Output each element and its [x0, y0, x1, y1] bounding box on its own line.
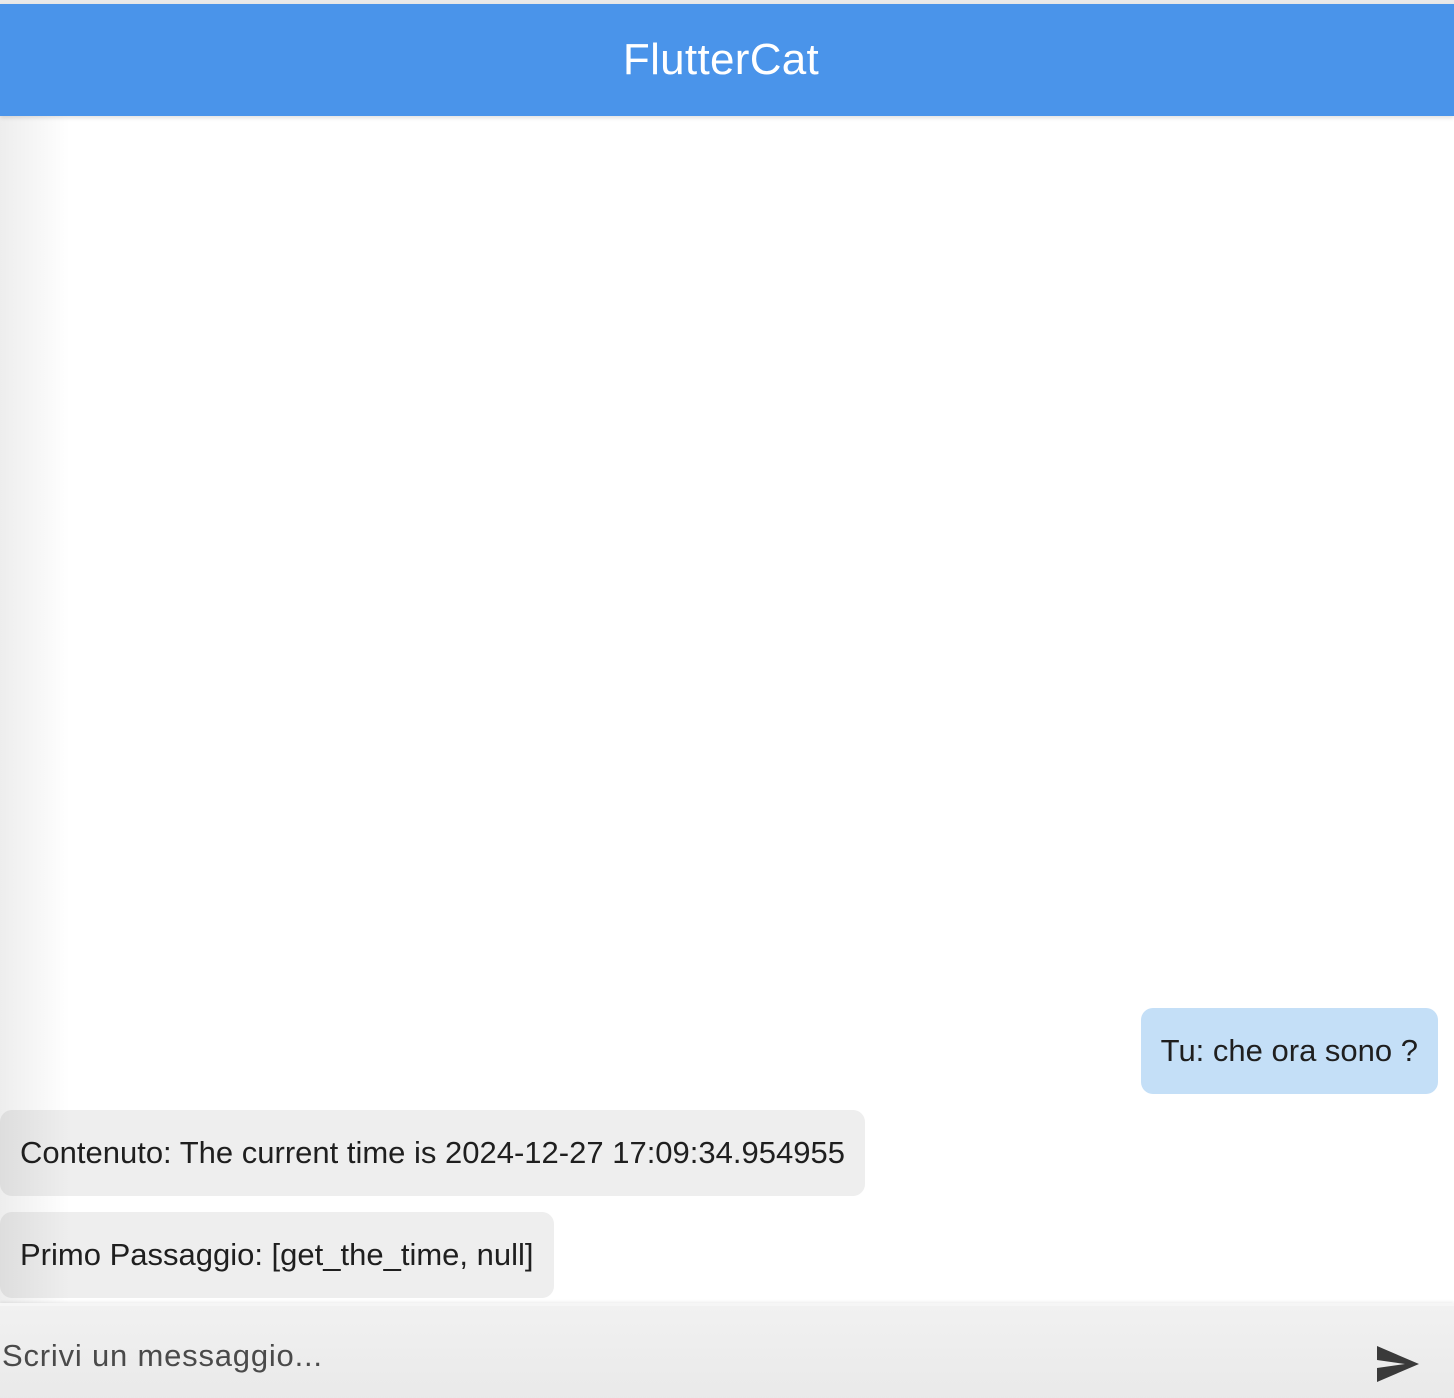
send-button[interactable] — [1370, 1336, 1426, 1392]
app-bar: FlutterCat — [0, 4, 1454, 116]
user-message-bubble: Tu: che ora sono ? — [1140, 1008, 1438, 1094]
message-list[interactable]: Tu: che ora sono ? Contenuto: The curren… — [0, 116, 1454, 1306]
message-text: Primo Passaggio: [get_the_time, null] — [20, 1237, 534, 1272]
chat-app: FlutterCat Tu: che ora sono ? Contenuto:… — [0, 0, 1454, 1398]
bot-message-bubble: Primo Passaggio: [get_the_time, null] — [0, 1212, 554, 1298]
message-text: Tu: che ora sono ? — [1160, 1033, 1418, 1068]
bot-message-bubble: Contenuto: The current time is 2024-12-2… — [0, 1110, 865, 1196]
message-composer — [0, 1303, 1454, 1398]
send-icon — [1377, 1346, 1419, 1382]
message-input[interactable] — [0, 1328, 1302, 1384]
app-title: FlutterCat — [622, 35, 820, 84]
message-text: Contenuto: The current time is 2024-12-2… — [20, 1135, 845, 1170]
